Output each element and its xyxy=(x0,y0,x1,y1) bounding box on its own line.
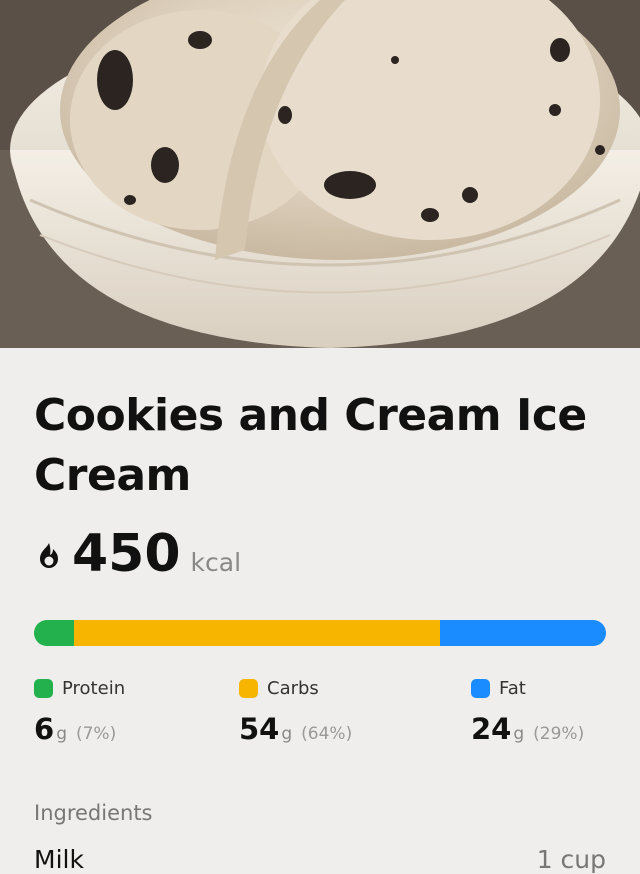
macro-value: 24 xyxy=(471,712,512,746)
macro-percent: (29%) xyxy=(533,724,585,744)
macro-bar-segment-carbs xyxy=(74,620,441,646)
recipe-content: Cookies and Cream Ice Cream 450 kcal Pro… xyxy=(0,386,640,874)
calories-value: 450 xyxy=(72,524,181,584)
recipe-title: Cookies and Cream Ice Cream xyxy=(34,390,587,501)
macro-unit: g xyxy=(513,724,525,744)
macro-bar-segment-protein xyxy=(34,620,75,646)
calories-row: 450 kcal xyxy=(34,526,606,586)
macro-label: Protein xyxy=(62,677,126,699)
calories-unit: kcal xyxy=(190,548,242,577)
macro-value: 6 xyxy=(34,712,55,746)
carbs-color-dot xyxy=(239,678,258,698)
macro-percent: (64%) xyxy=(301,724,353,744)
ingredients-heading: Ingredients xyxy=(34,801,153,825)
macro-carbs: Carbs 54 g (64%) xyxy=(239,676,471,746)
macro-breakdown: Protein 6 g (7%) Carbs 54 g (64%) Fat 24… xyxy=(34,676,606,746)
fat-color-dot xyxy=(471,678,490,698)
hero-image xyxy=(0,0,640,348)
macro-fat: Fat 24 g (29%) xyxy=(471,676,606,746)
flame-icon xyxy=(40,543,58,568)
macro-unit: g xyxy=(56,724,67,744)
macro-value: 54 xyxy=(239,712,280,746)
macro-percent: (7%) xyxy=(75,724,117,744)
ingredient-name: Milk xyxy=(34,845,84,874)
macro-bar-segment-fat xyxy=(440,620,606,646)
macro-distribution-bar xyxy=(34,620,606,646)
protein-color-dot xyxy=(34,678,53,698)
ice-cream-bowl-illustration xyxy=(0,0,640,348)
macro-unit: g xyxy=(281,724,293,744)
ingredient-quantity: 1 cup xyxy=(536,845,606,874)
macro-label: Fat xyxy=(499,677,526,699)
ingredient-row[interactable]: Milk 1 cup xyxy=(34,845,606,874)
macro-protein: Protein 6 g (7%) xyxy=(34,676,239,746)
macro-label: Carbs xyxy=(267,677,319,699)
